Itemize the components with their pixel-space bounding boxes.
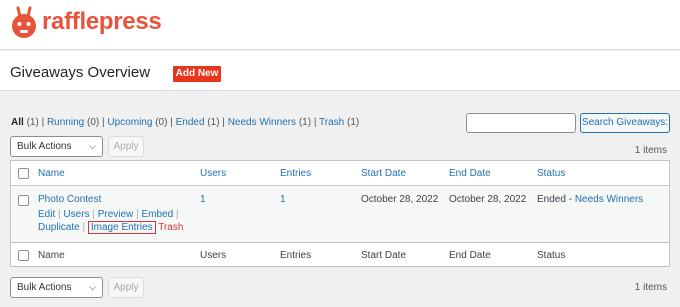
search-input[interactable] xyxy=(466,113,576,133)
apply-button-bottom[interactable]: Apply xyxy=(108,277,144,298)
entries-count-link[interactable]: 1 xyxy=(280,194,286,205)
top-bar: rafflepress xyxy=(0,0,680,50)
filter-ended[interactable]: Ended xyxy=(176,117,205,128)
column-end-date: End Date xyxy=(449,250,491,261)
column-entries[interactable]: Entries xyxy=(280,168,311,179)
filter-count: (1) xyxy=(207,117,220,128)
rabbit-logo-icon xyxy=(12,6,36,38)
end-date: October 28, 2022 xyxy=(449,194,527,205)
column-status: Status xyxy=(537,250,566,261)
bulk-actions-select-bottom[interactable]: Bulk Actions ⌵ xyxy=(10,277,103,298)
column-status[interactable]: Status xyxy=(537,168,565,179)
column-end-date[interactable]: End Date xyxy=(449,168,491,179)
items-count-top: 1 items xyxy=(634,145,667,156)
apply-button-top[interactable]: Apply xyxy=(108,136,144,157)
separator: | xyxy=(136,209,139,220)
filter-all[interactable]: All xyxy=(11,117,24,128)
bulk-actions-value: Bulk Actions xyxy=(17,141,72,152)
table-row: Photo Contest 1 1 October 28, 2022 Octob… xyxy=(11,186,669,242)
search-giveaways-button[interactable]: Search Giveaways: xyxy=(580,113,670,133)
separator: | xyxy=(82,222,86,233)
filter-count: (1) xyxy=(298,117,312,128)
row-actions-line-2: Duplicate | Image Entries Trash xyxy=(38,221,183,234)
separator: | xyxy=(58,209,61,220)
column-name: Name xyxy=(38,250,65,261)
separator: | xyxy=(92,209,95,220)
column-start-date: Start Date xyxy=(361,250,407,261)
column-users: Users xyxy=(200,250,227,261)
image-entries-link[interactable]: Image Entries xyxy=(87,221,156,234)
bulk-actions-select-top[interactable]: Bulk Actions ⌵ xyxy=(10,136,103,157)
duplicate-link[interactable]: Duplicate xyxy=(38,222,80,233)
row-checkbox[interactable] xyxy=(18,195,29,206)
users-link[interactable]: Users xyxy=(63,209,89,220)
row-actions-line-1: Edit | Users | Preview | Embed | xyxy=(38,209,179,220)
filter-trash[interactable]: Trash xyxy=(319,117,344,128)
select-all-checkbox-footer[interactable] xyxy=(18,250,29,261)
separator: | xyxy=(175,209,179,220)
filter-count: (1) xyxy=(26,117,39,128)
select-all-checkbox[interactable] xyxy=(18,168,29,179)
filter-count: (0) xyxy=(87,117,100,128)
giveaways-table: Name Users Entries Start Date End Date S… xyxy=(10,160,670,267)
preview-link[interactable]: Preview xyxy=(98,209,134,220)
needs-winners-link[interactable]: Needs Winners xyxy=(575,194,643,205)
page-title: Giveaways Overview xyxy=(10,64,151,81)
items-count-bottom: 1 items xyxy=(634,282,667,293)
filter-running[interactable]: Running xyxy=(47,117,84,128)
status-text: Ended - xyxy=(537,194,575,205)
add-new-button[interactable]: Add New xyxy=(173,66,221,82)
start-date: October 28, 2022 xyxy=(361,194,439,205)
table-header: Name Users Entries Start Date End Date S… xyxy=(11,161,669,186)
column-users[interactable]: Users xyxy=(200,168,226,179)
embed-link[interactable]: Embed xyxy=(141,209,173,220)
brand-name: rafflepress xyxy=(42,8,162,35)
giveaway-name-link[interactable]: Photo Contest xyxy=(38,194,101,205)
column-name[interactable]: Name xyxy=(38,168,65,179)
filter-count: (0) xyxy=(155,117,168,128)
column-start-date[interactable]: Start Date xyxy=(361,168,406,179)
status-cell: Ended - Needs Winners xyxy=(537,194,643,205)
edit-link[interactable]: Edit xyxy=(38,209,55,220)
filter-needs-winners[interactable]: Needs Winners xyxy=(228,117,296,128)
trash-link[interactable]: Trash xyxy=(158,222,183,233)
page-header: Giveaways Overview Add New xyxy=(0,51,680,91)
filter-upcoming[interactable]: Upcoming xyxy=(107,117,152,128)
chevron-down-icon: ⌵ xyxy=(89,141,96,151)
users-count-link[interactable]: 1 xyxy=(200,194,206,205)
table-footer: Name Users Entries Start Date End Date S… xyxy=(11,242,669,267)
status-filters: All (1) | Running (0) | Upcoming (0) | E… xyxy=(11,117,360,128)
column-entries: Entries xyxy=(280,250,312,261)
bulk-actions-value: Bulk Actions xyxy=(17,282,72,293)
chevron-down-icon: ⌵ xyxy=(89,282,96,292)
filter-count: (1) xyxy=(347,117,360,128)
